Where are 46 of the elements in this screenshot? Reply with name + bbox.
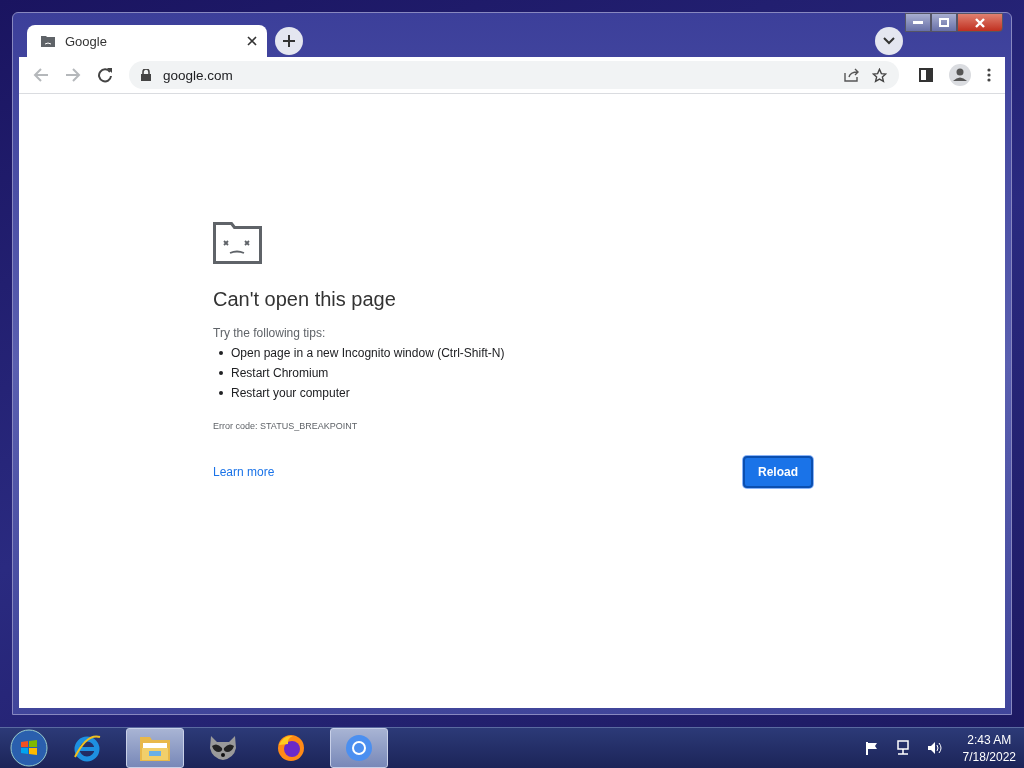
address-bar[interactable]: google.com (129, 61, 899, 89)
browser-tab[interactable]: Google (27, 25, 267, 57)
tips-heading: Try the following tips: (213, 326, 326, 340)
sad-folder-icon (213, 222, 262, 264)
maximize-icon (939, 18, 949, 27)
bullet-icon (219, 391, 223, 395)
tip-text: Restart Chromium (231, 366, 329, 380)
tab-title: Google (65, 33, 108, 49)
minimize-icon (913, 20, 923, 25)
flag-icon[interactable] (864, 741, 879, 755)
close-tab-icon[interactable] (247, 36, 257, 46)
clock-date: 7/18/2022 (962, 749, 1016, 764)
maximize-button[interactable] (931, 13, 957, 32)
profile-icon[interactable] (949, 64, 971, 86)
bullet-icon (219, 351, 223, 355)
lock-icon (141, 69, 151, 81)
chevron-down-icon (883, 37, 895, 45)
folder-icon (139, 734, 171, 762)
tip-text: Restart your computer (231, 386, 350, 400)
error-code: Error code: STATUS_BREAKPOINT (213, 421, 358, 431)
star-icon[interactable] (872, 67, 887, 83)
start-button[interactable] (10, 729, 48, 767)
plus-icon (283, 35, 295, 47)
minimize-button[interactable] (905, 13, 931, 32)
tip-text: Open page in a new Incognito window (Ctrl-Shift-N) (231, 346, 505, 360)
ie-icon (72, 733, 102, 763)
sad-folder-icon (41, 35, 55, 47)
tab-search-button[interactable] (875, 27, 903, 55)
side-panel-icon[interactable] (919, 68, 933, 82)
reload-icon[interactable] (97, 67, 113, 83)
network-icon[interactable] (894, 740, 911, 756)
clock[interactable]: 2:43 AM 7/18/2022 (962, 732, 1016, 764)
close-icon (975, 17, 985, 28)
close-button[interactable] (957, 13, 1003, 32)
chromium-icon (344, 733, 374, 763)
new-tab-button[interactable] (275, 27, 303, 55)
error-title: Can't open this page (213, 288, 396, 311)
share-icon[interactable] (844, 68, 860, 82)
menu-icon[interactable] (987, 68, 991, 82)
raccoon-icon (208, 734, 238, 762)
clock-time: 2:43 AM (967, 732, 1012, 747)
learn-more-link[interactable]: Learn more (213, 465, 275, 479)
volume-icon[interactable] (926, 741, 943, 755)
reload-button[interactable]: Reload (743, 456, 813, 488)
bullet-icon (219, 371, 223, 375)
firefox-icon (276, 733, 306, 763)
